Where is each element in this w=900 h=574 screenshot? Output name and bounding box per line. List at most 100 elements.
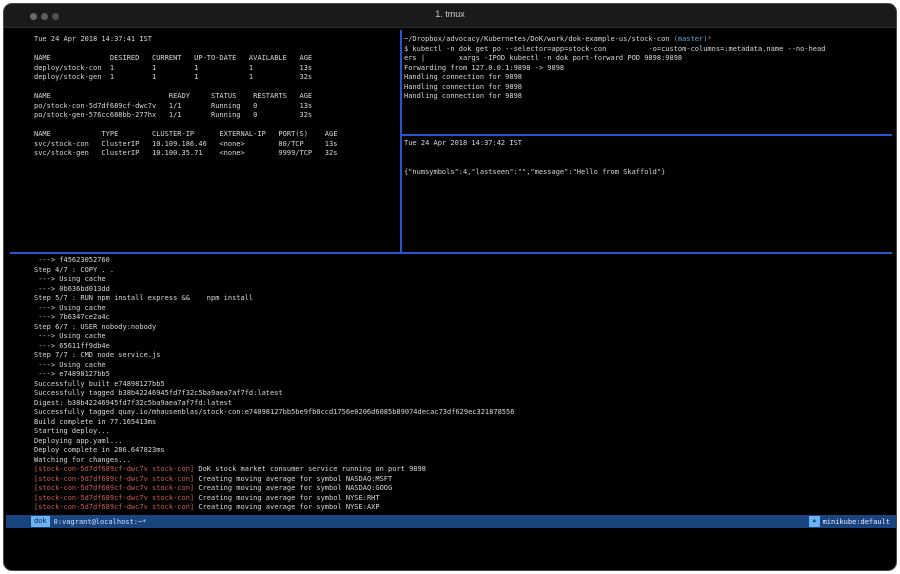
- terminal-line: Step 4/7 : COPY . .: [34, 266, 892, 276]
- terminal-line: [34, 83, 394, 93]
- terminal-line: {"numsymbols":4,"lastseen":"","message":…: [404, 168, 892, 178]
- terminal-line: Forwarding from 127.0.0.1:9898 -> 9898: [404, 64, 892, 74]
- terminal-line: Deploy complete in 286.647823ms: [34, 446, 892, 456]
- text-segment: po/stock-con-5d7df689cf-dwc7v 1/1 Runnin…: [34, 102, 312, 110]
- text-segment: Handling connection for 9898: [404, 92, 522, 100]
- text-segment: ---> Using cache: [34, 304, 106, 312]
- terminal-line: ers | xargs -IPOD kubectl -n dok port-fo…: [404, 54, 892, 64]
- text-segment: (master): [674, 35, 708, 43]
- text-segment: NAME DESIRED CURRENT UP-TO-DATE AVAILABL…: [34, 54, 312, 62]
- terminal-line: Successfully built e74898127bb5: [34, 380, 892, 390]
- pane-kubectl-watch[interactable]: Tue 24 Apr 2018 14:37:41 IST NAME DESIRE…: [34, 35, 394, 253]
- text-segment: ---> Using cache: [34, 275, 106, 283]
- window-title: 1. tmux: [4, 9, 896, 19]
- text-segment: Creating moving average for symbol NYSE:…: [194, 503, 379, 511]
- kube-context-indicator: ⎈ minikube:default: [809, 516, 890, 527]
- text-segment: Step 7/7 : CMD node service.js: [34, 351, 160, 359]
- window-label[interactable]: 0:vagrant@localhost:~*: [54, 518, 147, 526]
- text-segment: ---> 65611ff9db4e: [34, 342, 110, 350]
- terminal-line: [stock-con-5d7df689cf-dwc7v stock-con] C…: [34, 503, 892, 513]
- text-segment: $ kubectl -n dok get po --selector=app=s…: [404, 45, 825, 53]
- text-segment: svc/stock-con ClusterIP 10.109.186.46 <n…: [34, 140, 337, 148]
- text-segment: ---> e74898127bb5: [34, 370, 110, 378]
- text-segment: Step 6/7 : USER nobody:nobody: [34, 323, 156, 331]
- text-segment: ---> 7b6347ce2a4c: [34, 313, 110, 321]
- terminal-line: ---> Using cache: [34, 332, 892, 342]
- pane-skaffold-log[interactable]: ---> f45623052760 Step 4/7 : COPY . . ---…: [34, 256, 892, 514]
- terminal-line: ---> f45623052760: [34, 256, 892, 266]
- terminal-line: Step 6/7 : USER nobody:nobody: [34, 323, 892, 333]
- terminal-line: ~/Dropbox/advocacy/Kubernetes/DoK/work/d…: [404, 35, 892, 45]
- terminal-line: Digest: b38b42246945fd7f32c5ba9aea7af7fd…: [34, 399, 892, 409]
- terminal-line: Watching for changes...: [34, 456, 892, 466]
- pane-border-horizontal-right[interactable]: [401, 134, 892, 136]
- text-segment: ---> Using cache: [34, 361, 106, 369]
- pane-border-vertical[interactable]: [400, 30, 402, 252]
- text-segment: ---> f45623052760: [34, 256, 110, 264]
- terminal-line: NAME TYPE CLUSTER-IP EXTERNAL-IP PORT(S)…: [34, 130, 394, 140]
- terminal-line: ---> Using cache: [34, 275, 892, 285]
- terminal-line: [34, 121, 394, 131]
- text-segment: Build complete in 77.165413ms: [34, 418, 156, 426]
- text-segment: [stock-con-5d7df689cf-dwc7v stock-con]: [34, 484, 194, 492]
- text-segment: [stock-con-5d7df689cf-dwc7v stock-con]: [34, 475, 194, 483]
- terminal-line: Build complete in 77.165413ms: [34, 418, 892, 428]
- text-segment: Deploy complete in 286.647823ms: [34, 446, 165, 454]
- text-segment: [stock-con-5d7df689cf-dwc7v stock-con]: [34, 494, 194, 502]
- terminal-line: ---> 7b6347ce2a4c: [34, 313, 892, 323]
- text-segment: Creating moving average for symbol NASDA…: [194, 484, 392, 492]
- kubernetes-icon: ⎈: [809, 516, 819, 527]
- text-segment: Handling connection for 9898: [404, 83, 522, 91]
- terminal-line: [404, 158, 892, 168]
- text-segment: ---> 0b636bd013dd: [34, 285, 110, 293]
- terminal-line: NAME DESIRED CURRENT UP-TO-DATE AVAILABL…: [34, 54, 394, 64]
- terminal-line: ---> Using cache: [34, 361, 892, 371]
- text-segment: Tue 24 Apr 2018 14:37:41 IST: [34, 35, 152, 43]
- text-segment: deploy/stock-con 1 1 1 1 13s: [34, 64, 312, 72]
- tmux-status-bar: dok 0:vagrant@localhost:~* ⎈ minikube:de…: [6, 515, 896, 528]
- text-segment: ---> Using cache: [34, 332, 106, 340]
- terminal-line: po/stock-con-5d7df689cf-dwc7v 1/1 Runnin…: [34, 102, 394, 112]
- terminal-line: Starting deploy...: [34, 427, 892, 437]
- terminal-line: deploy/stock-gen 1 1 1 1 32s: [34, 73, 394, 83]
- terminal-line: Successfully tagged quay.io/mhausenblas/…: [34, 408, 892, 418]
- terminal-line: svc/stock-con ClusterIP 10.109.186.46 <n…: [34, 140, 394, 150]
- text-segment: NAME TYPE CLUSTER-IP EXTERNAL-IP PORT(S)…: [34, 130, 337, 138]
- terminal-line: [stock-con-5d7df689cf-dwc7v stock-con] C…: [34, 494, 892, 504]
- text-segment: {"numsymbols":4,"lastseen":"","message":…: [404, 168, 665, 176]
- text-segment: svc/stock-gen ClusterIP 10.100.35.71 <no…: [34, 149, 337, 157]
- terminal-line: Tue 24 Apr 2018 14:37:42 IST: [404, 139, 892, 149]
- terminal-line: Handling connection for 9898: [404, 92, 892, 102]
- kube-context-label: minikube:default: [823, 518, 890, 526]
- text-segment: deploy/stock-gen 1 1 1 1 32s: [34, 73, 312, 81]
- text-segment: DoK stock market consumer service runnin…: [194, 465, 426, 473]
- text-segment: Step 5/7 : RUN npm install express && np…: [34, 294, 253, 302]
- terminal-line: Step 5/7 : RUN npm install express && np…: [34, 294, 892, 304]
- terminal-line: ---> 0b636bd013dd: [34, 285, 892, 295]
- terminal-line: Handling connection for 9898: [404, 83, 892, 93]
- text-segment: Creating moving average for symbol NYSE:…: [194, 494, 379, 502]
- pane-curl-output[interactable]: Tue 24 Apr 2018 14:37:42 IST {"numsymbol…: [404, 139, 892, 249]
- text-segment: Successfully tagged quay.io/mhausenblas/…: [34, 408, 514, 416]
- terminal-line: [stock-con-5d7df689cf-dwc7v stock-con] C…: [34, 475, 892, 485]
- text-segment: Creating moving average for symbol NASDA…: [194, 475, 392, 483]
- text-segment: ers | xargs -IPOD kubectl -n dok port-fo…: [404, 54, 682, 62]
- text-segment: Deploying app.yaml...: [34, 437, 123, 445]
- text-segment: Step 4/7 : COPY . .: [34, 266, 114, 274]
- terminal-line: [stock-con-5d7df689cf-dwc7v stock-con] D…: [34, 465, 892, 475]
- terminal-line: deploy/stock-con 1 1 1 1 13s: [34, 64, 394, 74]
- text-segment: [stock-con-5d7df689cf-dwc7v stock-con]: [34, 465, 194, 473]
- text-segment: Digest: b38b42246945fd7f32c5ba9aea7af7fd…: [34, 399, 232, 407]
- text-segment: Forwarding from 127.0.0.1:9898 -> 9898: [404, 64, 564, 72]
- terminal-line: Tue 24 Apr 2018 14:37:41 IST: [34, 35, 394, 45]
- terminal-line: ---> 65611ff9db4e: [34, 342, 892, 352]
- session-name-badge[interactable]: dok: [31, 516, 50, 527]
- pane-shell-port-forward[interactable]: ~/Dropbox/advocacy/Kubernetes/DoK/work/d…: [404, 35, 892, 132]
- terminal-line: po/stock-gen-576cc688bb-277hx 1/1 Runnin…: [34, 111, 394, 121]
- text-segment: Starting deploy...: [34, 427, 110, 435]
- terminal-line: [stock-con-5d7df689cf-dwc7v stock-con] C…: [34, 484, 892, 494]
- terminal-line: Handling connection for 9898: [404, 73, 892, 83]
- pane-border-horizontal-full[interactable]: [10, 252, 892, 254]
- text-segment: Watching for changes...: [34, 456, 131, 464]
- terminal-line: Step 7/7 : CMD node service.js: [34, 351, 892, 361]
